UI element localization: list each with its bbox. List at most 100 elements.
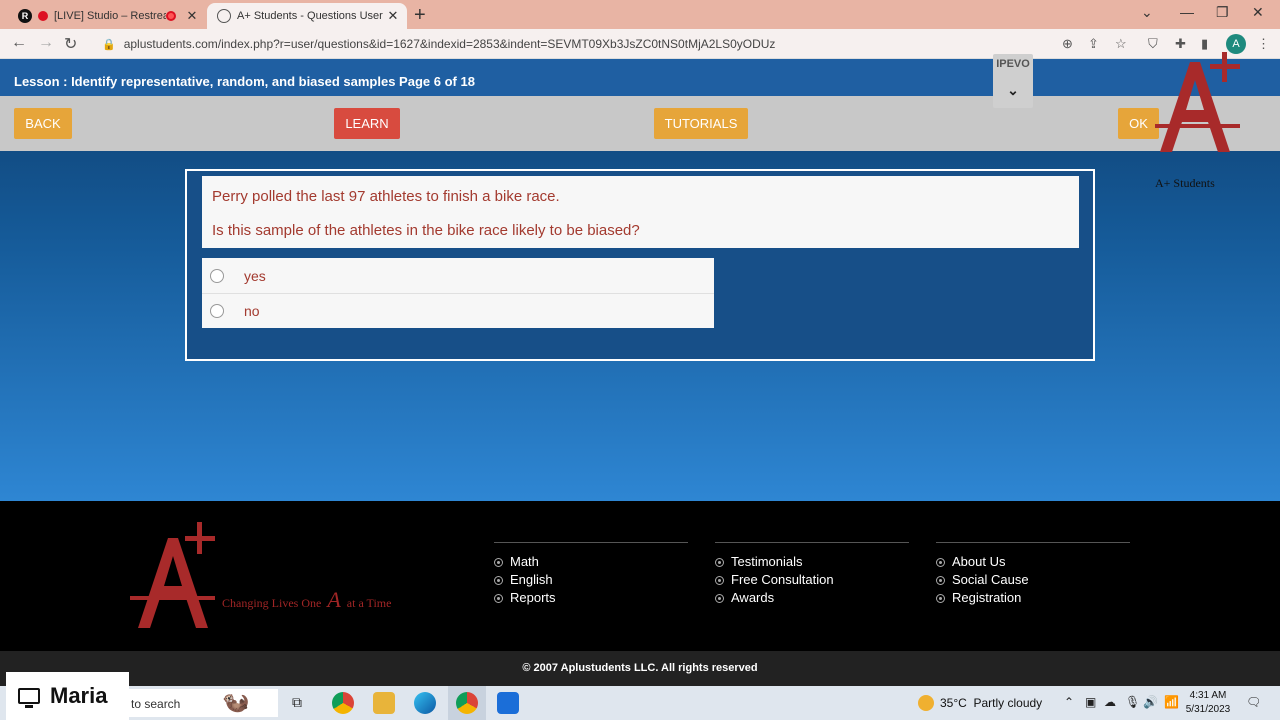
bullet-icon [936,557,945,567]
footer-logo [130,522,215,628]
question-text: Perry polled the last 97 athletes to fin… [202,176,1079,248]
device-icon[interactable]: ▣ [1085,695,1096,709]
option-label: no [244,303,260,319]
link-label: Reports [510,590,556,605]
link-label: English [510,572,553,587]
action-bar: BACK LEARN TUTORIALS OK [0,96,1280,151]
monitor-icon [18,688,40,708]
weather-desc: Partly cloudy [973,696,1043,710]
link-label: Social Cause [952,572,1029,587]
tagline-post: at a Time [346,596,392,610]
copyright: © 2007 Aplustudents LLC. All rights rese… [0,651,1280,686]
bullet-icon [715,575,724,585]
menu-dots-icon[interactable]: ⋮ [1257,36,1270,52]
footer-link-about-us[interactable]: About Us [936,553,1130,571]
ipevo-label: IPEVO [996,58,1030,70]
new-tab-icon[interactable]: + [414,4,426,27]
link-label: Testimonials [731,554,803,569]
footer-link-testimonials[interactable]: Testimonials [715,553,909,571]
tagline: Changing Lives One Aat a Time [222,587,391,613]
file-explorer-icon[interactable] [373,692,395,714]
profile-avatar[interactable]: A [1226,34,1246,54]
footer-link-math[interactable]: Math [494,553,688,571]
clock-date: 5/31/2023 [1185,704,1231,715]
taskbar-clock[interactable]: 4:31 AM 5/31/2023 [1183,689,1233,717]
tagline-mark: A [327,587,341,612]
footer-link-free-consultation[interactable]: Free Consultation [715,571,909,589]
cloud-icon[interactable]: ☁ [1104,695,1116,709]
option-yes[interactable]: yes [202,258,714,293]
tagline-pre: Changing Lives One [222,596,322,610]
link-label: Math [510,554,539,569]
back-arrow-icon[interactable]: ← [11,34,27,52]
tab-aplus[interactable]: A+ Students - Questions User ✕ [207,3,407,29]
tutorials-button[interactable]: TUTORIALS [654,108,748,139]
logo-caption: A+ Students [1155,176,1215,190]
back-button[interactable]: BACK [14,108,72,139]
extensions-puzzle-icon[interactable]: ✚ [1175,36,1186,52]
wifi-icon[interactable]: 📶 [1164,695,1179,709]
footer-column-1: Math English Reports [494,542,688,607]
shield-extension-icon[interactable]: ⛉ [1148,36,1158,52]
presenter-label: Maria [6,672,129,720]
edge-icon[interactable] [414,692,436,714]
chevron-down-icon[interactable]: ⌄ [993,82,1033,99]
site-footer: Changing Lives One Aat a Time Math Englis… [0,501,1280,651]
bullet-icon [715,593,724,603]
footer-link-social-cause[interactable]: Social Cause [936,571,1130,589]
chrome-taskbar-icon[interactable] [332,692,354,714]
tab-restream[interactable]: R [LIVE] Studio – Restream ✕ [8,3,206,29]
reload-icon[interactable]: ↻ [64,34,77,54]
minimize-icon[interactable]: — [1180,4,1194,20]
learn-button[interactable]: LEARN [334,108,400,139]
bullet-icon [936,593,945,603]
task-view-icon[interactable]: ⧉ [292,694,302,711]
mail-app-icon[interactable] [497,692,519,714]
otter-search-highlight-icon: 🦦 [222,689,250,714]
tab-title: [LIVE] Studio – Restream [54,10,166,22]
weather-widget[interactable]: 35°C Partly cloudy [918,695,1042,711]
ipevo-overlay[interactable]: IPEVO ⌄ [993,54,1033,108]
bookmark-star-icon[interactable]: ☆ [1115,36,1127,52]
weather-temp: 35°C [940,696,967,710]
question-line-2: Is this sample of the athletes in the bi… [212,222,640,239]
clock-time: 4:31 AM [1189,690,1227,701]
footer-link-english[interactable]: English [494,571,688,589]
close-tab-icon[interactable]: ✕ [184,8,200,24]
option-no[interactable]: no [202,293,714,328]
footer-column-3: About Us Social Cause Registration [936,542,1130,607]
presenter-name: Maria [50,683,108,708]
taskbar-search[interactable]: to search [128,689,278,717]
bullet-icon [494,575,503,585]
chrome-active-icon[interactable] [456,692,478,714]
speaker-icon[interactable]: 🔊 [1143,695,1158,709]
aplus-logo [1155,52,1240,152]
footer-link-registration[interactable]: Registration [936,589,1130,607]
address-bar[interactable]: 🔒 aplustudents.com/index.php?r=user/ques… [88,32,1138,56]
notification-icon[interactable]: 🗨 [1246,695,1261,709]
side-panel-icon[interactable]: ▮ [1201,36,1208,52]
bullet-icon [494,557,503,567]
footer-link-reports[interactable]: Reports [494,589,688,607]
zoom-icon[interactable]: ⊕ [1062,36,1073,52]
bullet-icon [494,593,503,603]
windows-taskbar: to search 🦦 ⧉ 35°C Partly cloudy ⌃ ▣ ☁ 🎙… [0,686,1280,720]
radio-button[interactable] [210,304,224,318]
link-label: Registration [952,590,1022,605]
browser-tab-bar: R [LIVE] Studio – Restream ✕ A+ Students… [0,0,1280,29]
maximize-icon[interactable]: ❐ [1216,4,1229,21]
chevron-up-icon[interactable]: ⌃ [1064,695,1074,709]
link-label: About Us [952,554,1006,569]
close-window-icon[interactable]: ✕ [1252,4,1264,21]
link-label: Awards [731,590,775,605]
url-text: aplustudents.com/index.php?r=user/questi… [123,37,776,51]
question-panel: Perry polled the last 97 athletes to fin… [185,169,1095,361]
share-icon[interactable]: ⇪ [1088,36,1099,52]
footer-link-awards[interactable]: Awards [715,589,909,607]
close-tab-icon[interactable]: ✕ [385,8,401,24]
tab-search-icon[interactable]: ⌄ [1141,4,1153,21]
bullet-icon [936,575,945,585]
microphone-icon[interactable]: 🎙 [1125,695,1140,709]
radio-button[interactable] [210,268,224,283]
forward-arrow-icon[interactable]: → [38,34,54,52]
